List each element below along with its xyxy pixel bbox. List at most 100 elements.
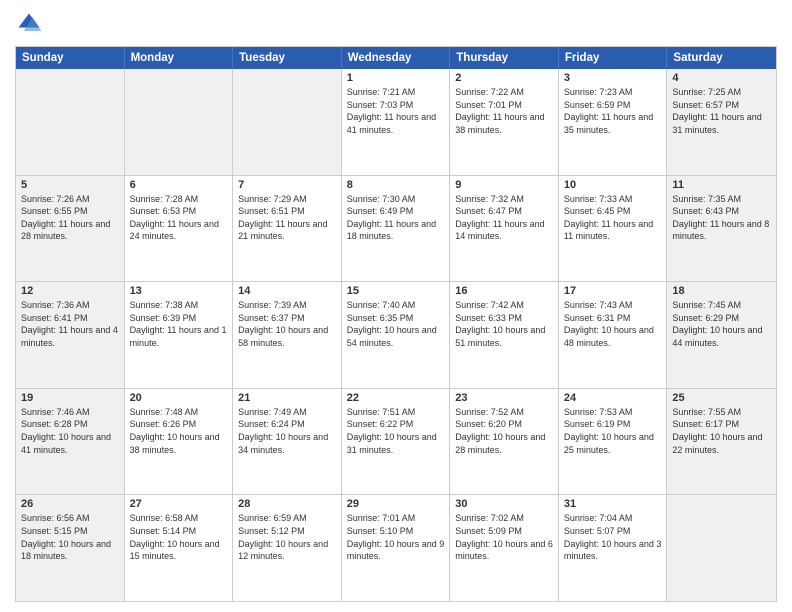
cell-info: Sunrise: 7:38 AM Sunset: 6:39 PM Dayligh…: [130, 299, 228, 349]
day-number: 5: [21, 179, 119, 191]
calendar-cell: 12 Sunrise: 7:36 AM Sunset: 6:41 PM Dayli…: [16, 282, 125, 388]
day-header-monday: Monday: [125, 47, 234, 69]
calendar-week-4: 19 Sunrise: 7:46 AM Sunset: 6:28 PM Dayli…: [16, 388, 776, 495]
cell-info: Sunrise: 7:28 AM Sunset: 6:53 PM Dayligh…: [130, 193, 228, 243]
cell-info: Sunrise: 7:52 AM Sunset: 6:20 PM Dayligh…: [455, 406, 553, 456]
cell-info: Sunrise: 6:56 AM Sunset: 5:15 PM Dayligh…: [21, 512, 119, 562]
day-number: 24: [564, 392, 662, 404]
cell-info: Sunrise: 7:36 AM Sunset: 6:41 PM Dayligh…: [21, 299, 119, 349]
calendar-cell: 25 Sunrise: 7:55 AM Sunset: 6:17 PM Dayli…: [667, 389, 776, 495]
calendar-cell: 27 Sunrise: 6:58 AM Sunset: 5:14 PM Dayli…: [125, 495, 234, 601]
calendar-cell: 4 Sunrise: 7:25 AM Sunset: 6:57 PM Daylig…: [667, 69, 776, 175]
calendar-cell: 31 Sunrise: 7:04 AM Sunset: 5:07 PM Dayli…: [559, 495, 668, 601]
calendar-cell: 2 Sunrise: 7:22 AM Sunset: 7:01 PM Daylig…: [450, 69, 559, 175]
calendar-cell: 15 Sunrise: 7:40 AM Sunset: 6:35 PM Dayli…: [342, 282, 451, 388]
cell-info: Sunrise: 7:42 AM Sunset: 6:33 PM Dayligh…: [455, 299, 553, 349]
calendar-cell: 3 Sunrise: 7:23 AM Sunset: 6:59 PM Daylig…: [559, 69, 668, 175]
day-number: 3: [564, 72, 662, 84]
cell-info: Sunrise: 7:23 AM Sunset: 6:59 PM Dayligh…: [564, 86, 662, 136]
calendar-cell: 10 Sunrise: 7:33 AM Sunset: 6:45 PM Dayli…: [559, 176, 668, 282]
calendar-cell: 16 Sunrise: 7:42 AM Sunset: 6:33 PM Dayli…: [450, 282, 559, 388]
day-number: 9: [455, 179, 553, 191]
calendar-cell: 30Sunrise: 7:02 AM Sunset: 5:09 PM Dayli…: [450, 495, 559, 601]
calendar-cell: 20Sunrise: 7:48 AM Sunset: 6:26 PM Dayli…: [125, 389, 234, 495]
cell-info: Sunrise: 6:58 AM Sunset: 5:14 PM Dayligh…: [130, 512, 228, 562]
day-number: 18: [672, 285, 771, 297]
calendar-cell: 26Sunrise: 6:56 AM Sunset: 5:15 PM Dayli…: [16, 495, 125, 601]
calendar-cell: 11 Sunrise: 7:35 AM Sunset: 6:43 PM Dayli…: [667, 176, 776, 282]
day-number: 14: [238, 285, 336, 297]
cell-info: Sunrise: 7:55 AM Sunset: 6:17 PM Dayligh…: [672, 406, 771, 456]
logo-icon: [15, 10, 43, 38]
day-number: 12: [21, 285, 119, 297]
calendar-week-1: 1Sunrise: 7:21 AM Sunset: 7:03 PM Daylig…: [16, 69, 776, 175]
day-number: 31: [564, 498, 662, 510]
calendar-cell: 21 Sunrise: 7:49 AM Sunset: 6:24 PM Dayli…: [233, 389, 342, 495]
logo: [15, 10, 47, 38]
calendar-cell: 22Sunrise: 7:51 AM Sunset: 6:22 PM Dayli…: [342, 389, 451, 495]
calendar-header: SundayMondayTuesdayWednesdayThursdayFrid…: [16, 47, 776, 69]
cell-info: Sunrise: 7:30 AM Sunset: 6:49 PM Dayligh…: [347, 193, 445, 243]
calendar-cell: 9 Sunrise: 7:32 AM Sunset: 6:47 PM Daylig…: [450, 176, 559, 282]
calendar-cell: [16, 69, 125, 175]
calendar-cell: 28 Sunrise: 6:59 AM Sunset: 5:12 PM Dayli…: [233, 495, 342, 601]
calendar-cell: 7Sunrise: 7:29 AM Sunset: 6:51 PM Daylig…: [233, 176, 342, 282]
calendar-week-5: 26Sunrise: 6:56 AM Sunset: 5:15 PM Dayli…: [16, 494, 776, 601]
day-number: 29: [347, 498, 445, 510]
cell-info: Sunrise: 7:25 AM Sunset: 6:57 PM Dayligh…: [672, 86, 771, 136]
cell-info: Sunrise: 7:21 AM Sunset: 7:03 PM Dayligh…: [347, 86, 445, 136]
calendar-cell: [667, 495, 776, 601]
cell-info: Sunrise: 7:22 AM Sunset: 7:01 PM Dayligh…: [455, 86, 553, 136]
cell-info: Sunrise: 7:49 AM Sunset: 6:24 PM Dayligh…: [238, 406, 336, 456]
calendar-cell: 23Sunrise: 7:52 AM Sunset: 6:20 PM Dayli…: [450, 389, 559, 495]
cell-info: Sunrise: 7:33 AM Sunset: 6:45 PM Dayligh…: [564, 193, 662, 243]
day-number: 17: [564, 285, 662, 297]
calendar-cell: 1Sunrise: 7:21 AM Sunset: 7:03 PM Daylig…: [342, 69, 451, 175]
day-number: 8: [347, 179, 445, 191]
calendar-cell: 8 Sunrise: 7:30 AM Sunset: 6:49 PM Daylig…: [342, 176, 451, 282]
day-number: 10: [564, 179, 662, 191]
cell-info: Sunrise: 7:29 AM Sunset: 6:51 PM Dayligh…: [238, 193, 336, 243]
day-number: 13: [130, 285, 228, 297]
cell-info: Sunrise: 7:26 AM Sunset: 6:55 PM Dayligh…: [21, 193, 119, 243]
cell-info: Sunrise: 7:35 AM Sunset: 6:43 PM Dayligh…: [672, 193, 771, 243]
day-number: 2: [455, 72, 553, 84]
day-number: 20: [130, 392, 228, 404]
calendar-cell: [125, 69, 234, 175]
day-number: 21: [238, 392, 336, 404]
day-number: 16: [455, 285, 553, 297]
page: SundayMondayTuesdayWednesdayThursdayFrid…: [0, 0, 792, 612]
cell-info: Sunrise: 7:46 AM Sunset: 6:28 PM Dayligh…: [21, 406, 119, 456]
cell-info: Sunrise: 7:45 AM Sunset: 6:29 PM Dayligh…: [672, 299, 771, 349]
day-header-thursday: Thursday: [450, 47, 559, 69]
day-header-wednesday: Wednesday: [342, 47, 451, 69]
calendar-cell: [233, 69, 342, 175]
day-number: 28: [238, 498, 336, 510]
cell-info: Sunrise: 7:04 AM Sunset: 5:07 PM Dayligh…: [564, 512, 662, 562]
day-number: 15: [347, 285, 445, 297]
day-number: 25: [672, 392, 771, 404]
cell-info: Sunrise: 7:32 AM Sunset: 6:47 PM Dayligh…: [455, 193, 553, 243]
cell-info: Sunrise: 7:51 AM Sunset: 6:22 PM Dayligh…: [347, 406, 445, 456]
day-number: 27: [130, 498, 228, 510]
day-header-saturday: Saturday: [667, 47, 776, 69]
day-number: 19: [21, 392, 119, 404]
calendar: SundayMondayTuesdayWednesdayThursdayFrid…: [15, 46, 777, 602]
calendar-week-3: 12 Sunrise: 7:36 AM Sunset: 6:41 PM Dayli…: [16, 281, 776, 388]
calendar-cell: 17Sunrise: 7:43 AM Sunset: 6:31 PM Dayli…: [559, 282, 668, 388]
calendar-cell: 24Sunrise: 7:53 AM Sunset: 6:19 PM Dayli…: [559, 389, 668, 495]
cell-info: Sunrise: 7:40 AM Sunset: 6:35 PM Dayligh…: [347, 299, 445, 349]
day-header-sunday: Sunday: [16, 47, 125, 69]
day-number: 4: [672, 72, 771, 84]
day-number: 11: [672, 179, 771, 191]
day-header-friday: Friday: [559, 47, 668, 69]
calendar-cell: 13 Sunrise: 7:38 AM Sunset: 6:39 PM Dayli…: [125, 282, 234, 388]
cell-info: Sunrise: 6:59 AM Sunset: 5:12 PM Dayligh…: [238, 512, 336, 562]
header: [15, 10, 777, 38]
day-number: 6: [130, 179, 228, 191]
cell-info: Sunrise: 7:01 AM Sunset: 5:10 PM Dayligh…: [347, 512, 445, 562]
calendar-cell: 6 Sunrise: 7:28 AM Sunset: 6:53 PM Daylig…: [125, 176, 234, 282]
calendar-cell: 18 Sunrise: 7:45 AM Sunset: 6:29 PM Dayli…: [667, 282, 776, 388]
calendar-week-2: 5 Sunrise: 7:26 AM Sunset: 6:55 PM Daylig…: [16, 175, 776, 282]
day-header-tuesday: Tuesday: [233, 47, 342, 69]
